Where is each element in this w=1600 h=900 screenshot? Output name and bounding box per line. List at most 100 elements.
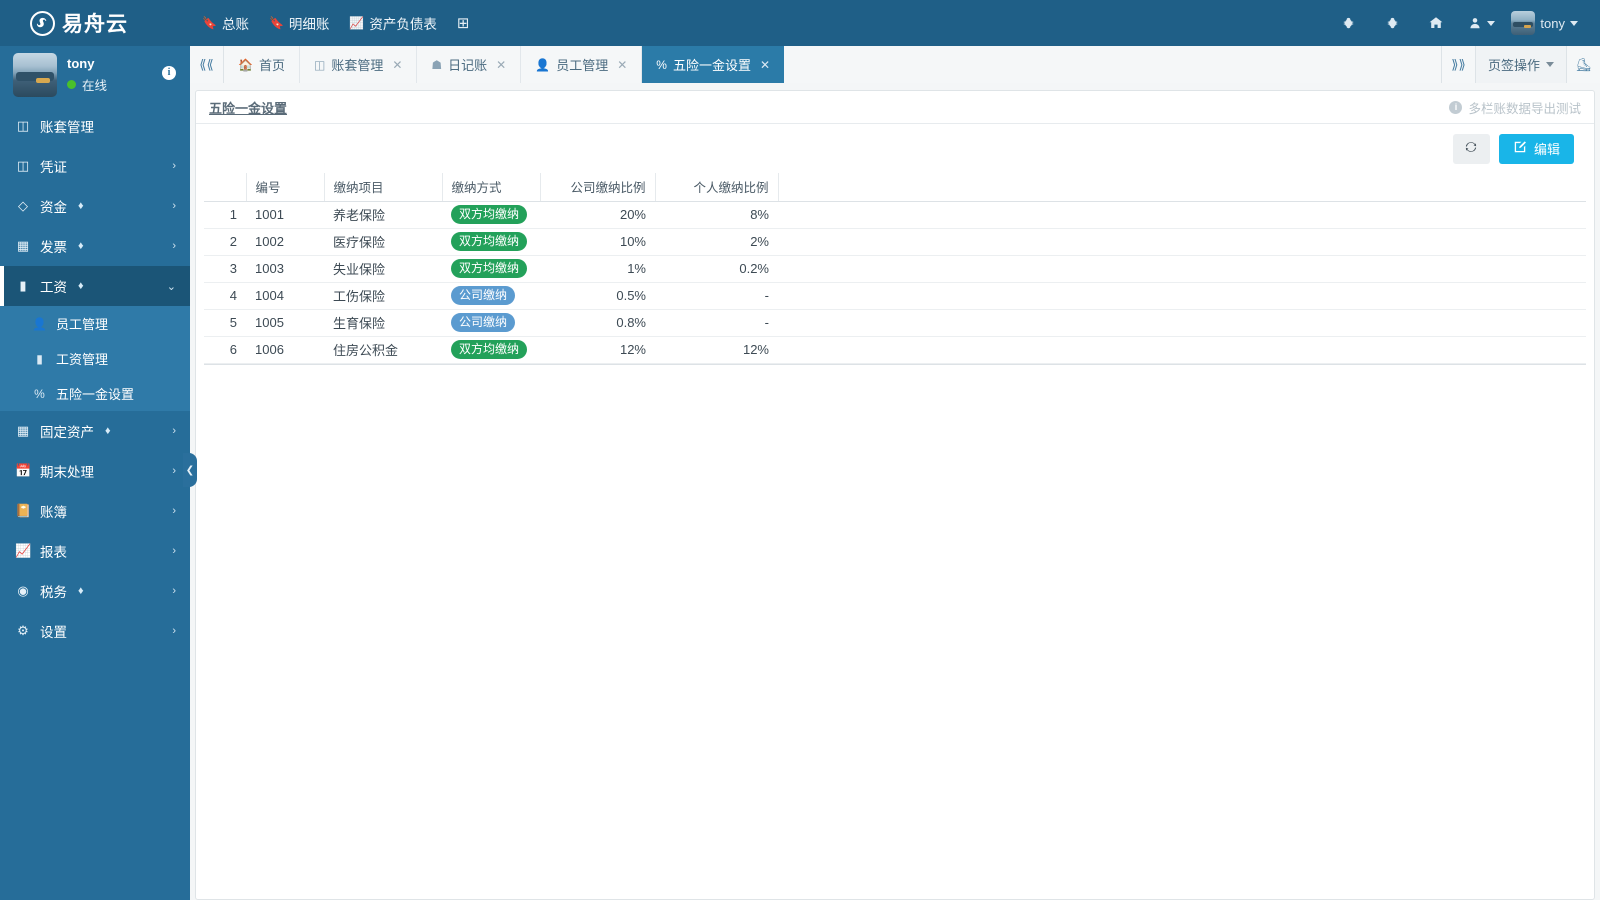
chart-line-icon: 📈 (15, 543, 32, 558)
avatar (1511, 11, 1536, 35)
user-profile-menu[interactable]: tony (1501, 0, 1584, 46)
panel-toolbar: 编辑 (196, 124, 1594, 173)
topnav-item-detail-ledger[interactable]: 🔖 明细账 (269, 13, 329, 33)
brand-name: 易舟云 (62, 13, 128, 36)
table-row[interactable]: 2 1002 医疗保险 双方均缴纳 10% 2% (204, 228, 1586, 256)
tab-journal[interactable]: ☗ 日记账 ✕ (417, 46, 522, 83)
table-row[interactable]: 5 1005 生育保险 公司缴纳 0.8% - (204, 309, 1586, 337)
sidebar-item-tax[interactable]: ◉ 税务 ♦ › (0, 571, 190, 611)
sidebar-item-ledger-books[interactable]: 📔 账簿 › (0, 491, 190, 531)
column-header-blank[interactable] (204, 173, 247, 202)
home-icon[interactable] (1414, 0, 1458, 46)
close-icon[interactable]: ✕ (392, 58, 402, 72)
sidebar-profile[interactable]: tony 在线 i (0, 46, 190, 104)
column-header-method[interactable]: 缴纳方式 (442, 173, 541, 202)
cell-filler (778, 309, 1586, 337)
fullscreen-toggle-button[interactable]: ⛸ (1566, 46, 1600, 83)
edit-button[interactable]: 编辑 (1498, 133, 1574, 164)
application-window: 易舟云 🔖 总账 🔖 明细账 📈 资产负债表 ⊞ tony tony 在线 i … (0, 0, 1600, 900)
brand-logo-area[interactable]: 易舟云 (0, 0, 190, 46)
sidebar-item-period-end[interactable]: 📅 期末处理 › (0, 451, 190, 491)
sidebar-item-funds[interactable]: ◇ 资金 ♦ › (0, 186, 190, 226)
calendar-icon: 📅 (15, 463, 32, 478)
percent-icon: % (656, 57, 667, 72)
panel-note-label: 多栏账数据导出测试 (1468, 101, 1581, 116)
home-icon: 🏠 (238, 57, 253, 72)
table-row[interactable]: 3 1003 失业保险 双方均缴纳 1% 0.2% (204, 255, 1586, 283)
table-row[interactable]: 4 1004 工伤保险 公司缴纳 0.5% - (204, 282, 1586, 310)
sidebar-item-vouchers[interactable]: ◫ 凭证 › (0, 146, 190, 186)
topnav-item-add-shortcut[interactable]: ⊞ (457, 14, 475, 32)
status-badge: 公司缴纳 (451, 312, 516, 333)
tab-label: 首页 (258, 58, 285, 73)
status-badge: 公司缴纳 (451, 285, 516, 306)
chevron-down-icon (1570, 20, 1578, 26)
cell-company-rate: 0.5% (540, 282, 655, 310)
header-quick-nav: 🔖 总账 🔖 明细账 📈 资产负债表 ⊞ (202, 13, 474, 33)
column-header-code[interactable]: 编号 (246, 173, 325, 202)
table-body: 1 1001 养老保险 双方均缴纳 20% 8% 2 1002 医疗保险 双方均… (204, 201, 1586, 364)
cell-company-rate: 1% (540, 255, 655, 283)
sidebar-item-invoices[interactable]: ▦ 发票 ♦ › (0, 226, 190, 266)
sidebar-item-fixed-assets[interactable]: ▦ 固定资产 ♦ › (0, 411, 190, 451)
chevron-right-icon: › (172, 505, 176, 517)
profile-status-label: 在线 (82, 79, 108, 93)
sidebar-subitem-social-insurance-settings[interactable]: % 五险一金设置 (0, 376, 190, 411)
tabs-scroll-left-button[interactable]: ⟪⟪ (190, 46, 224, 83)
table-header-row: 编号 缴纳项目 缴纳方式 公司缴纳比例 个人缴纳比例 (204, 173, 1586, 202)
bug-alt-icon[interactable] (1370, 0, 1414, 46)
status-badge: 双方均缴纳 (451, 339, 528, 360)
column-header-personal-rate[interactable]: 个人缴纳比例 (655, 173, 779, 202)
profile-status: 在线 (67, 75, 107, 94)
close-icon[interactable]: ✕ (617, 58, 627, 72)
cell-filler (778, 282, 1586, 310)
refresh-button[interactable] (1452, 133, 1490, 164)
row-index: 5 (204, 309, 246, 337)
status-badge: 双方均缴纳 (451, 204, 528, 225)
sidebar-subitem-salary-management[interactable]: ▮ 工资管理 (0, 341, 190, 376)
close-icon[interactable]: ✕ (760, 58, 770, 72)
close-icon[interactable]: ✕ (496, 58, 506, 72)
tab-employee-management[interactable]: 👤 员工管理 ✕ (521, 46, 643, 83)
topnav-item-balance-sheet[interactable]: 📈 资产负债表 (349, 13, 436, 33)
table-row[interactable]: 6 1006 住房公积金 双方均缴纳 12% 12% (204, 336, 1586, 364)
gem-badge-icon: ♦ (78, 280, 84, 292)
user-menu-icon[interactable] (1458, 0, 1501, 46)
sidebar-item-account-sets[interactable]: ◫ 账套管理 (0, 106, 190, 146)
user-name: tony (1540, 15, 1565, 31)
tab-label: 员工管理 (556, 58, 609, 73)
sidebar: tony 在线 i ◫ 账套管理 ◫ 凭证 › ◇ 资金 ♦ › ▦ 发票 ♦ … (0, 46, 190, 900)
tab-social-insurance-settings[interactable]: % 五险一金设置 ✕ (642, 46, 785, 83)
edit-button-label: 编辑 (1533, 142, 1560, 157)
tab-actions-dropdown[interactable]: 页签操作 (1474, 46, 1566, 83)
cell-code: 1001 (246, 201, 324, 229)
sidebar-subitem-employee-management[interactable]: 👤 员工管理 (0, 306, 190, 341)
info-icon: i (1449, 100, 1463, 114)
sidebar-item-label: 设置 (40, 625, 67, 640)
sidebar-item-settings[interactable]: ⚙ 设置 › (0, 611, 190, 651)
bug-icon[interactable] (1326, 0, 1370, 46)
sidebar-item-payroll[interactable]: ▮ 工资 ♦ ⌄ (0, 266, 190, 306)
column-header-item[interactable]: 缴纳项目 (324, 173, 443, 202)
sidebar-item-reports[interactable]: 📈 报表 › (0, 531, 190, 571)
table-row[interactable]: 1 1001 养老保险 双方均缴纳 20% 8% (204, 201, 1586, 229)
topnav-item-general-ledger[interactable]: 🔖 总账 (202, 13, 249, 33)
panel-header: 五险一金设置 i 多栏账数据导出测试 (196, 91, 1594, 124)
status-badge: 双方均缴纳 (451, 258, 528, 279)
bookmark-outline-icon: ☗ (431, 57, 443, 72)
tab-home[interactable]: 🏠 首页 (224, 46, 300, 83)
tab-account-sets[interactable]: ◫ 账套管理 ✕ (299, 46, 418, 83)
edit-pencil-icon (1513, 140, 1527, 157)
tab-label: 日记账 (448, 58, 488, 73)
tabs-scroll-right-button[interactable]: ⟫⟫ (1440, 46, 1475, 83)
invoice-icon: ▦ (16, 238, 30, 253)
page-title[interactable]: 五险一金设置 (209, 98, 287, 117)
refresh-icon (1464, 140, 1478, 157)
column-header-company-rate[interactable]: 公司缴纳比例 (540, 173, 656, 202)
cell-company-rate: 0.8% (540, 309, 655, 337)
double-chevron-left-icon: ⟪⟪ (199, 56, 214, 72)
sidebar-subitem-label: 五险一金设置 (56, 387, 135, 402)
sidebar-collapse-handle[interactable]: ❮ (183, 453, 197, 487)
info-icon[interactable]: i (162, 66, 176, 80)
table-header: 编号 缴纳项目 缴纳方式 公司缴纳比例 个人缴纳比例 (204, 173, 1586, 202)
